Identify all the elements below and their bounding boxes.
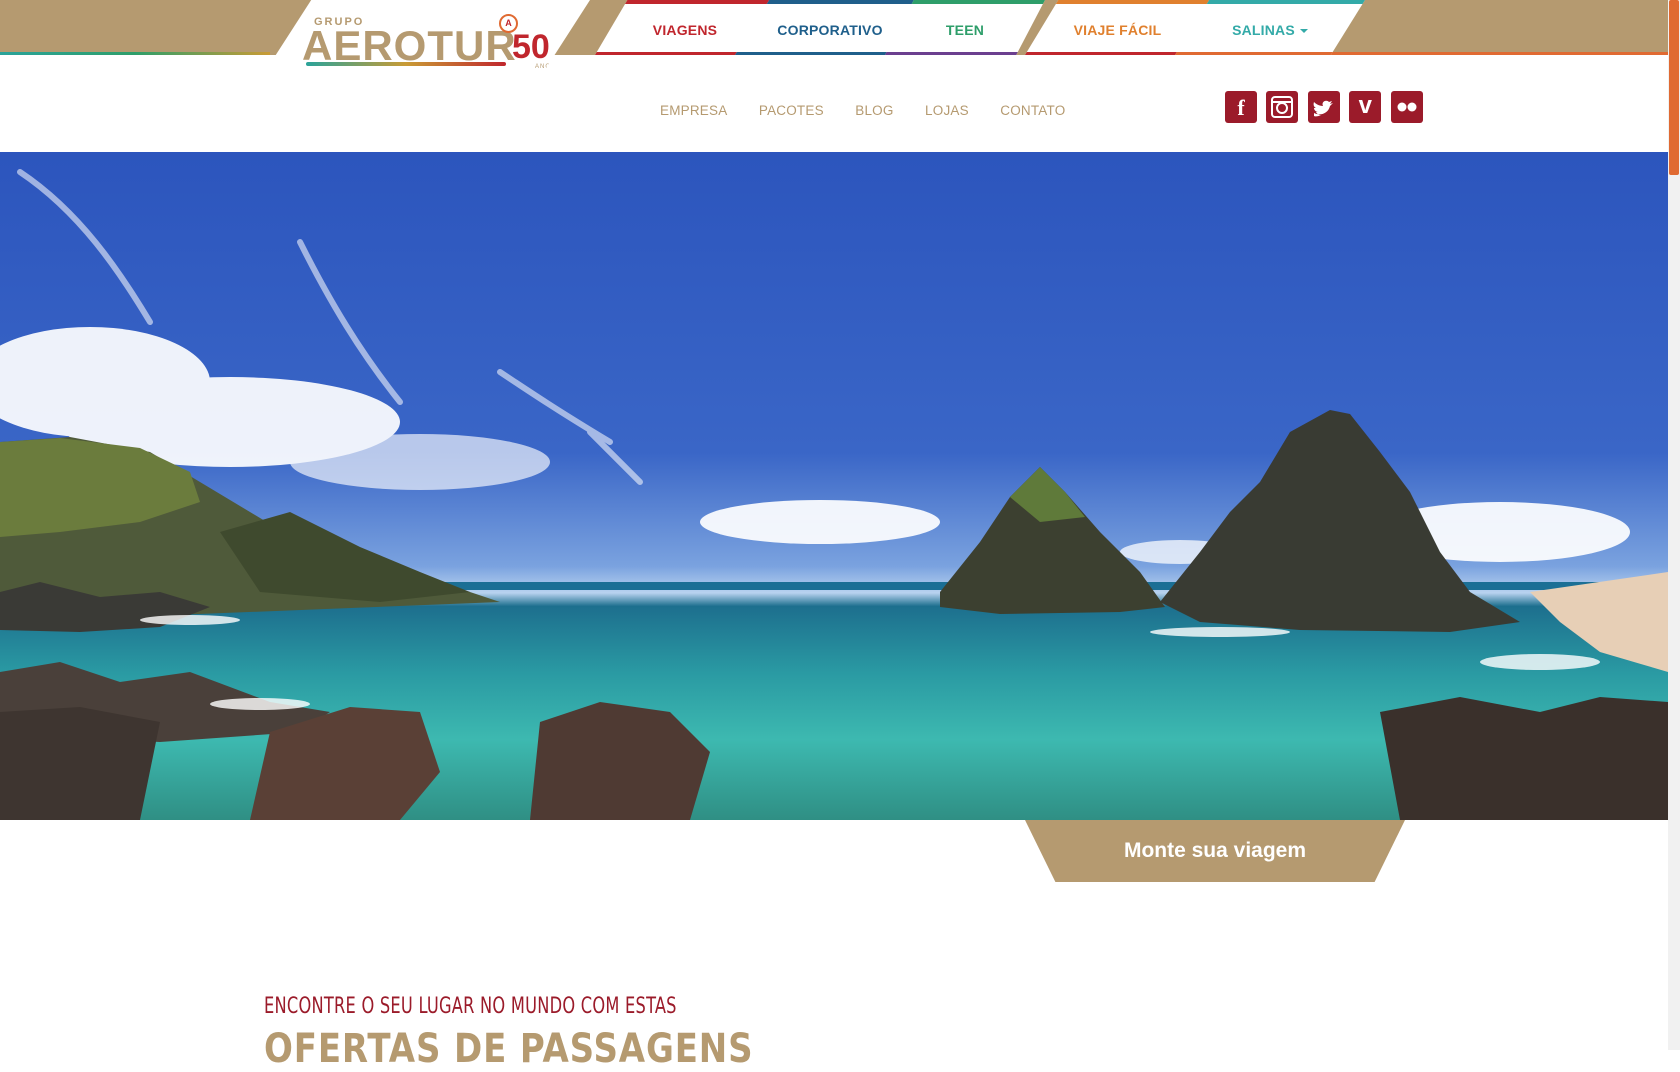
nav-link-lojas[interactable]: LOJAS — [925, 103, 969, 118]
social-links: f v — [1225, 91, 1428, 123]
hero-banner — [0, 152, 1668, 820]
nav-link-contato[interactable]: CONTATO — [1000, 103, 1065, 118]
band-stripe — [1330, 52, 1668, 55]
logo-swoosh — [306, 62, 506, 66]
nav-link-pacotes[interactable]: PACOTES — [759, 103, 824, 118]
tab-label: TEEN — [945, 22, 985, 38]
vimeo-icon[interactable]: v — [1349, 91, 1382, 123]
secondary-nav: EMPRESA PACOTES BLOG LOJAS CONTATO — [660, 102, 1092, 122]
hero-image — [0, 169, 1668, 820]
twitter-icon[interactable] — [1307, 91, 1340, 123]
tab-label: VIAJE FÁCIL — [1073, 22, 1162, 38]
flickr-icon[interactable] — [1390, 91, 1423, 123]
monte-sua-viagem-button[interactable]: Monte sua viagem — [1025, 820, 1405, 882]
tab-label: SALINAS — [1175, 22, 1365, 38]
facebook-icon[interactable]: f — [1225, 91, 1257, 123]
chevron-down-icon — [1299, 29, 1308, 34]
division-tabs: VIAGENS CORPORATIVO TEEN VIAJE FÁCIL SAL… — [595, 0, 1365, 55]
scrollbar-thumb[interactable] — [1669, 0, 1679, 175]
section-kicker: ENCONTRE O SEU LUGAR NO MUNDO COM ESTAS — [264, 994, 677, 1019]
logo-anniversary: 50 — [512, 28, 550, 66]
band-stripe — [0, 52, 270, 55]
instagram-icon[interactable] — [1266, 91, 1299, 123]
nav-link-blog[interactable]: BLOG — [855, 103, 893, 118]
nav-link-empresa[interactable]: EMPRESA — [660, 103, 727, 118]
logo-anos: ANOS — [535, 64, 557, 70]
section-title: OFERTAS DE PASSAGENS — [264, 1026, 754, 1072]
